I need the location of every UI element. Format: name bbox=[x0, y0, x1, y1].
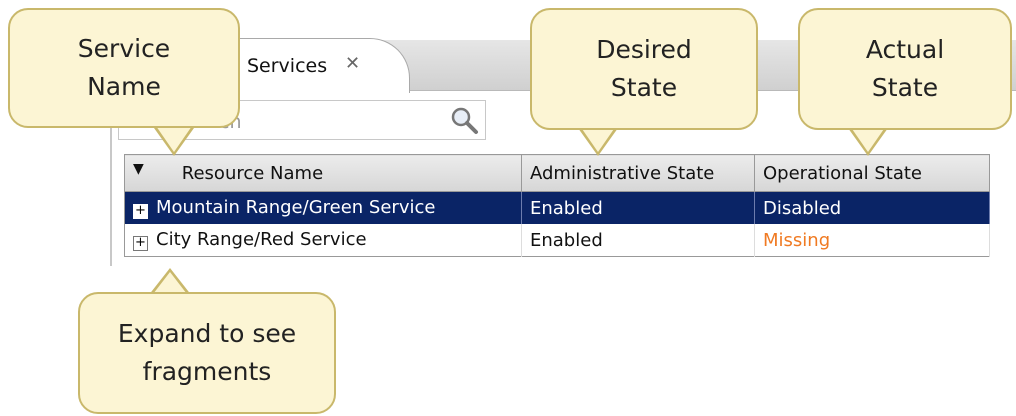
callout-tail bbox=[156, 126, 192, 152]
table-row[interactable]: + Mountain Range/Green Service Enabled Di… bbox=[124, 191, 990, 224]
expand-icon[interactable]: + bbox=[133, 236, 148, 251]
sort-arrow-icon[interactable]: ▼ bbox=[133, 161, 144, 177]
cell-oper-state: Disabled bbox=[754, 191, 990, 224]
table-row[interactable]: + City Range/Red Service Enabled Missing bbox=[124, 224, 990, 257]
cell-admin-state: Enabled bbox=[521, 224, 755, 257]
cell-resource-name: + City Range/Red Service bbox=[124, 224, 522, 257]
callout-service-name: Service Name bbox=[8, 8, 240, 128]
cell-oper-state: Missing bbox=[754, 224, 990, 257]
callout-desired-state: Desired State bbox=[530, 8, 758, 130]
column-header-operational-state[interactable]: Operational State bbox=[754, 154, 990, 192]
services-table: ▼ Resource Name Administrative State Oper… bbox=[124, 154, 990, 257]
column-header-administrative-state[interactable]: Administrative State bbox=[521, 154, 755, 192]
cell-admin-state: Enabled bbox=[521, 191, 755, 224]
expand-icon[interactable]: + bbox=[133, 204, 148, 219]
tab-label: Services bbox=[247, 55, 328, 77]
search-icon[interactable] bbox=[449, 105, 479, 135]
callout-expand: Expand to see fragments bbox=[78, 292, 336, 414]
callout-actual-state: Actual State bbox=[798, 8, 1012, 130]
cell-resource-name: + Mountain Range/Green Service bbox=[124, 191, 522, 224]
close-icon[interactable]: ✕ bbox=[345, 53, 360, 74]
column-header-resource-name[interactable]: ▼ Resource Name bbox=[124, 154, 522, 192]
